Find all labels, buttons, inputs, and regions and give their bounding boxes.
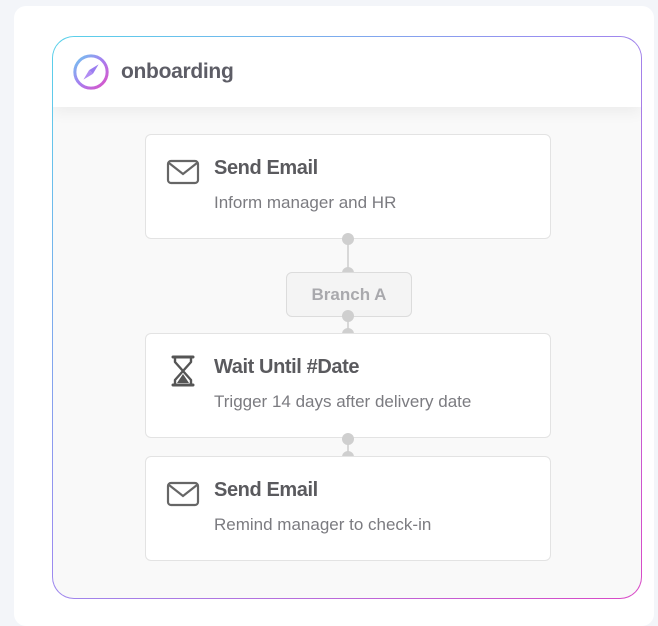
connector-dot[interactable] bbox=[342, 433, 354, 445]
node-title: Send Email bbox=[214, 479, 318, 501]
flow-header: onboarding bbox=[53, 37, 641, 107]
node-subtitle: Inform manager and HR bbox=[214, 193, 397, 212]
connector-dot[interactable] bbox=[342, 310, 354, 322]
node-title: Send Email bbox=[214, 157, 318, 179]
flow-title: onboarding bbox=[121, 60, 234, 83]
flow-canvas: onboarding Send Email Inform manager and… bbox=[53, 37, 641, 598]
node-subtitle: Trigger 14 days after delivery date bbox=[214, 392, 472, 411]
connector-dot[interactable] bbox=[342, 233, 354, 245]
mail-icon bbox=[166, 481, 200, 507]
mail-icon bbox=[166, 159, 200, 185]
send-email-node[interactable]: Send Email Inform manager and HR bbox=[145, 134, 551, 239]
flow-frame: onboarding Send Email Inform manager and… bbox=[52, 36, 642, 599]
hourglass-icon bbox=[171, 355, 195, 387]
workflow-card: onboarding Send Email Inform manager and… bbox=[14, 6, 654, 626]
node-title: Wait Until #Date bbox=[214, 356, 360, 378]
node-subtitle: Remind manager to check-in bbox=[214, 515, 432, 534]
compass-icon bbox=[73, 54, 109, 90]
wait-until-node[interactable]: Wait Until #Date Trigger 14 days after d… bbox=[145, 333, 551, 438]
send-email-node[interactable]: Send Email Remind manager to check-in bbox=[145, 456, 551, 561]
